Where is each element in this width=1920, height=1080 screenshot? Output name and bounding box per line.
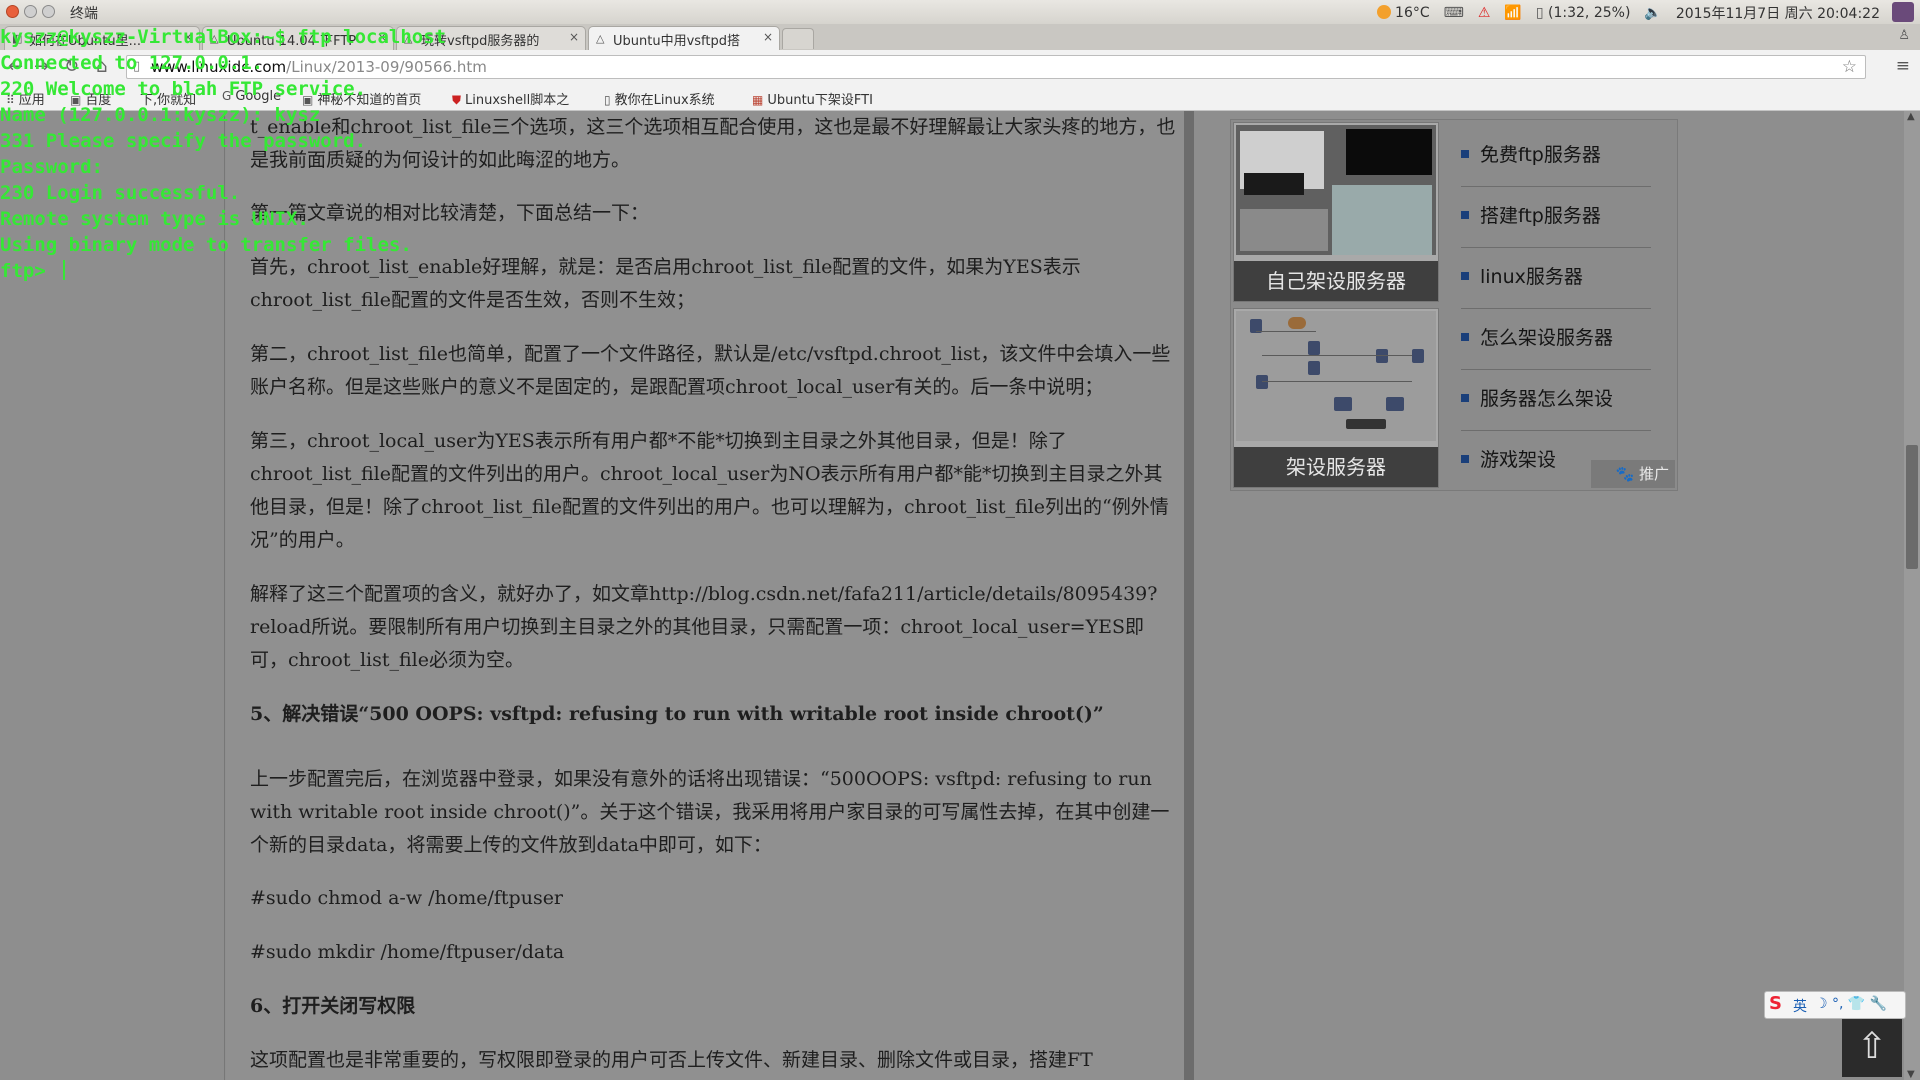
battery-icon: ▯ bbox=[1535, 5, 1544, 21]
shield-icon: ⛊ bbox=[452, 93, 462, 107]
ad-link-label: linux服务器 bbox=[1480, 266, 1583, 288]
bullet-icon bbox=[1461, 150, 1469, 158]
ad-caption: 自己架设服务器 bbox=[1234, 261, 1438, 301]
terminal-line: 230 Login successful. bbox=[0, 182, 241, 204]
sidebar: 自己架设服务器 架设服务器 免费ftp服务器 搭建ftp服务器 linux服务器… bbox=[1194, 111, 1904, 1080]
bookmark-8[interactable]: ▦ Ubuntu下架设FTI bbox=[752, 89, 873, 108]
ad-link-label: 免费ftp服务器 bbox=[1480, 144, 1601, 166]
weather-indicator[interactable]: 16°C bbox=[1377, 5, 1430, 21]
back-to-top-button[interactable]: ⇧ bbox=[1842, 1019, 1902, 1077]
terminal-line: Remote system type is UNIX. bbox=[0, 208, 309, 230]
bullet-icon bbox=[1461, 394, 1469, 402]
up-arrow-icon: ⇧ bbox=[1856, 1026, 1888, 1067]
promo-label: 推广 bbox=[1638, 465, 1669, 483]
terminal-line: 220 Welcome to blah FTP service. bbox=[0, 78, 367, 100]
bookmark-star-icon[interactable]: ☆ bbox=[1842, 57, 1857, 77]
paragraph: 第三，chroot_local_user为YES表示所有用户都*不能*切换到主目… bbox=[250, 430, 1169, 551]
ime-tools-icon[interactable]: ☽ °, 👕 🔧 bbox=[1815, 996, 1887, 1012]
column-divider bbox=[1184, 111, 1194, 1080]
warning-icon[interactable]: ⚠ bbox=[1478, 5, 1491, 21]
wifi-icon[interactable]: 📶 bbox=[1504, 5, 1521, 21]
bullet-icon bbox=[1461, 272, 1469, 280]
terminal-line: 331 Please specify the password. bbox=[0, 130, 367, 152]
bullet-icon bbox=[1461, 455, 1469, 463]
ad-link[interactable]: 服务器怎么架设 bbox=[1461, 370, 1651, 431]
scroll-down-icon[interactable]: ▼ bbox=[1907, 1069, 1915, 1080]
profile-icon[interactable]: ♙ bbox=[1898, 28, 1910, 43]
bullet-icon bbox=[1461, 333, 1469, 341]
code-line: #sudo mkdir /home/ftpuser/data bbox=[250, 941, 565, 963]
terminal-prompt-line[interactable]: ftp> bbox=[0, 258, 446, 284]
paragraph: 这项配置也是非常重要的，写权限即登录的用户可否上传文件、新建目录、删除文件或目录… bbox=[250, 1049, 1093, 1071]
paragraph: 第二，chroot_list_file也简单，配置了一个文件路径，默认是/etc… bbox=[250, 343, 1171, 398]
session-menu-icon[interactable] bbox=[1892, 2, 1914, 22]
terminal-line: Password: bbox=[0, 156, 103, 178]
ad-thumbnail-2[interactable]: 架设服务器 bbox=[1233, 308, 1439, 488]
ad-link[interactable]: 免费ftp服务器 bbox=[1461, 126, 1651, 187]
clock[interactable]: 2015年11月7日 周六 20:04:22 bbox=[1676, 3, 1880, 23]
page-favicon-icon: △ bbox=[596, 32, 605, 45]
keyboard-icon[interactable]: ⌨ bbox=[1444, 5, 1464, 21]
ad-link-label: 怎么架设服务器 bbox=[1480, 327, 1614, 349]
network-diagram-image bbox=[1236, 311, 1436, 441]
ad-link[interactable]: linux服务器 bbox=[1461, 248, 1651, 309]
ad-link[interactable]: 怎么架设服务器 bbox=[1461, 309, 1651, 370]
section-heading-6: 6、打开关闭写权限 bbox=[250, 995, 416, 1017]
bookmark-7[interactable]: ▯ 教你在Linux系统 bbox=[604, 89, 715, 108]
bookmark-label: 教你在Linux系统 bbox=[614, 93, 715, 108]
ad-link-label: 服务器怎么架设 bbox=[1480, 388, 1614, 410]
menu-icon[interactable]: ≡ bbox=[1896, 56, 1910, 76]
page-icon: ▯ bbox=[604, 93, 611, 107]
system-tray: 16°C ⌨ ⚠ 📶 ▯ (1:32, 25%) 🔈 2015年11月7日 周六… bbox=[1377, 3, 1880, 23]
ad-link-label: 搭建ftp服务器 bbox=[1480, 205, 1601, 227]
volume-icon[interactable]: 🔈 bbox=[1644, 5, 1661, 21]
bookmark-6[interactable]: ⛊ Linuxshell脚本之 bbox=[452, 89, 569, 108]
terminal-line: Name (127.0.0.1:kyszz): kysz bbox=[0, 104, 321, 126]
terminal-prompt: ftp> bbox=[0, 260, 58, 282]
code-line: #sudo chmod a-w /home/ftpuser bbox=[250, 887, 564, 909]
bookmark-label: Linuxshell脚本之 bbox=[465, 93, 570, 108]
minimize-window-button[interactable] bbox=[24, 5, 37, 18]
paragraph: 解释了这三个配置项的含义，就好办了，如文章http://blog.csdn.ne… bbox=[250, 583, 1158, 671]
close-tab-icon[interactable]: × bbox=[569, 30, 579, 44]
ime-mode-label[interactable]: 英 bbox=[1793, 996, 1807, 1016]
sogou-icon: S bbox=[1769, 993, 1782, 1014]
paw-icon: 🐾 bbox=[1615, 465, 1639, 483]
screenshot-image bbox=[1236, 125, 1436, 255]
window-title: 终端 bbox=[70, 6, 98, 22]
site-icon: ▦ bbox=[752, 93, 764, 107]
tab-4-active[interactable]: △ Ubuntu中用vsftpd搭 × bbox=[588, 26, 780, 50]
battery-indicator[interactable]: ▯ (1:32, 25%) bbox=[1536, 5, 1631, 21]
battery-status: (1:32, 25%) bbox=[1548, 5, 1631, 21]
terminal-output[interactable]: kyszz@kyszz-VirtualBox:~$ ftp localhost C… bbox=[0, 24, 446, 284]
ad-thumbnail-1[interactable]: 自己架设服务器 bbox=[1233, 122, 1439, 302]
window-controls bbox=[6, 5, 55, 18]
bullet-icon bbox=[1461, 211, 1469, 219]
ime-toolbar[interactable]: S 英 ☽ °, 👕 🔧 bbox=[1764, 991, 1906, 1019]
bookmark-label: Ubuntu下架设FTI bbox=[767, 93, 873, 108]
terminal-line: Connected to 127.0.0.1. bbox=[0, 52, 264, 74]
close-window-button[interactable] bbox=[6, 5, 19, 18]
sun-icon bbox=[1377, 5, 1392, 19]
ad-link-label: 游戏架设 bbox=[1480, 449, 1557, 471]
ad-link[interactable]: 搭建ftp服务器 bbox=[1461, 187, 1651, 248]
ad-caption: 架设服务器 bbox=[1234, 447, 1438, 487]
ad-link-list: 免费ftp服务器 搭建ftp服务器 linux服务器 怎么架设服务器 服务器怎么… bbox=[1461, 126, 1651, 491]
terminal-line: Using binary mode to transfer files. bbox=[0, 234, 412, 256]
paragraph: 上一步配置完后，在浏览器中登录，如果没有意外的话将出现错误：“500OOPS: … bbox=[250, 768, 1170, 856]
maximize-window-button[interactable] bbox=[42, 5, 55, 18]
ad-block: 自己架设服务器 架设服务器 免费ftp服务器 搭建ftp服务器 linux服务器… bbox=[1230, 119, 1678, 491]
scroll-up-icon[interactable]: ▲ bbox=[1907, 111, 1915, 122]
section-heading-5: 5、解决错误“500 OOPS: vsftpd: refusing to run… bbox=[250, 703, 1104, 725]
system-top-bar: 终端 16°C ⌨ ⚠ 📶 ▯ (1:32, 25%) 🔈 2015年11月7日… bbox=[0, 0, 1920, 25]
scrollbar-thumb[interactable] bbox=[1906, 445, 1918, 569]
tab-label: Ubuntu中用vsftpd搭 bbox=[613, 34, 740, 49]
close-tab-icon[interactable]: × bbox=[763, 30, 773, 44]
new-tab-button[interactable] bbox=[782, 28, 814, 49]
promo-badge[interactable]: 🐾 推广 bbox=[1591, 460, 1675, 488]
terminal-cursor bbox=[63, 260, 66, 280]
terminal-line: kyszz@kyszz-VirtualBox:~$ ftp localhost bbox=[0, 26, 447, 48]
page-scrollbar[interactable]: ▲ ▼ bbox=[1904, 111, 1920, 1080]
weather-temp: 16°C bbox=[1395, 5, 1430, 21]
